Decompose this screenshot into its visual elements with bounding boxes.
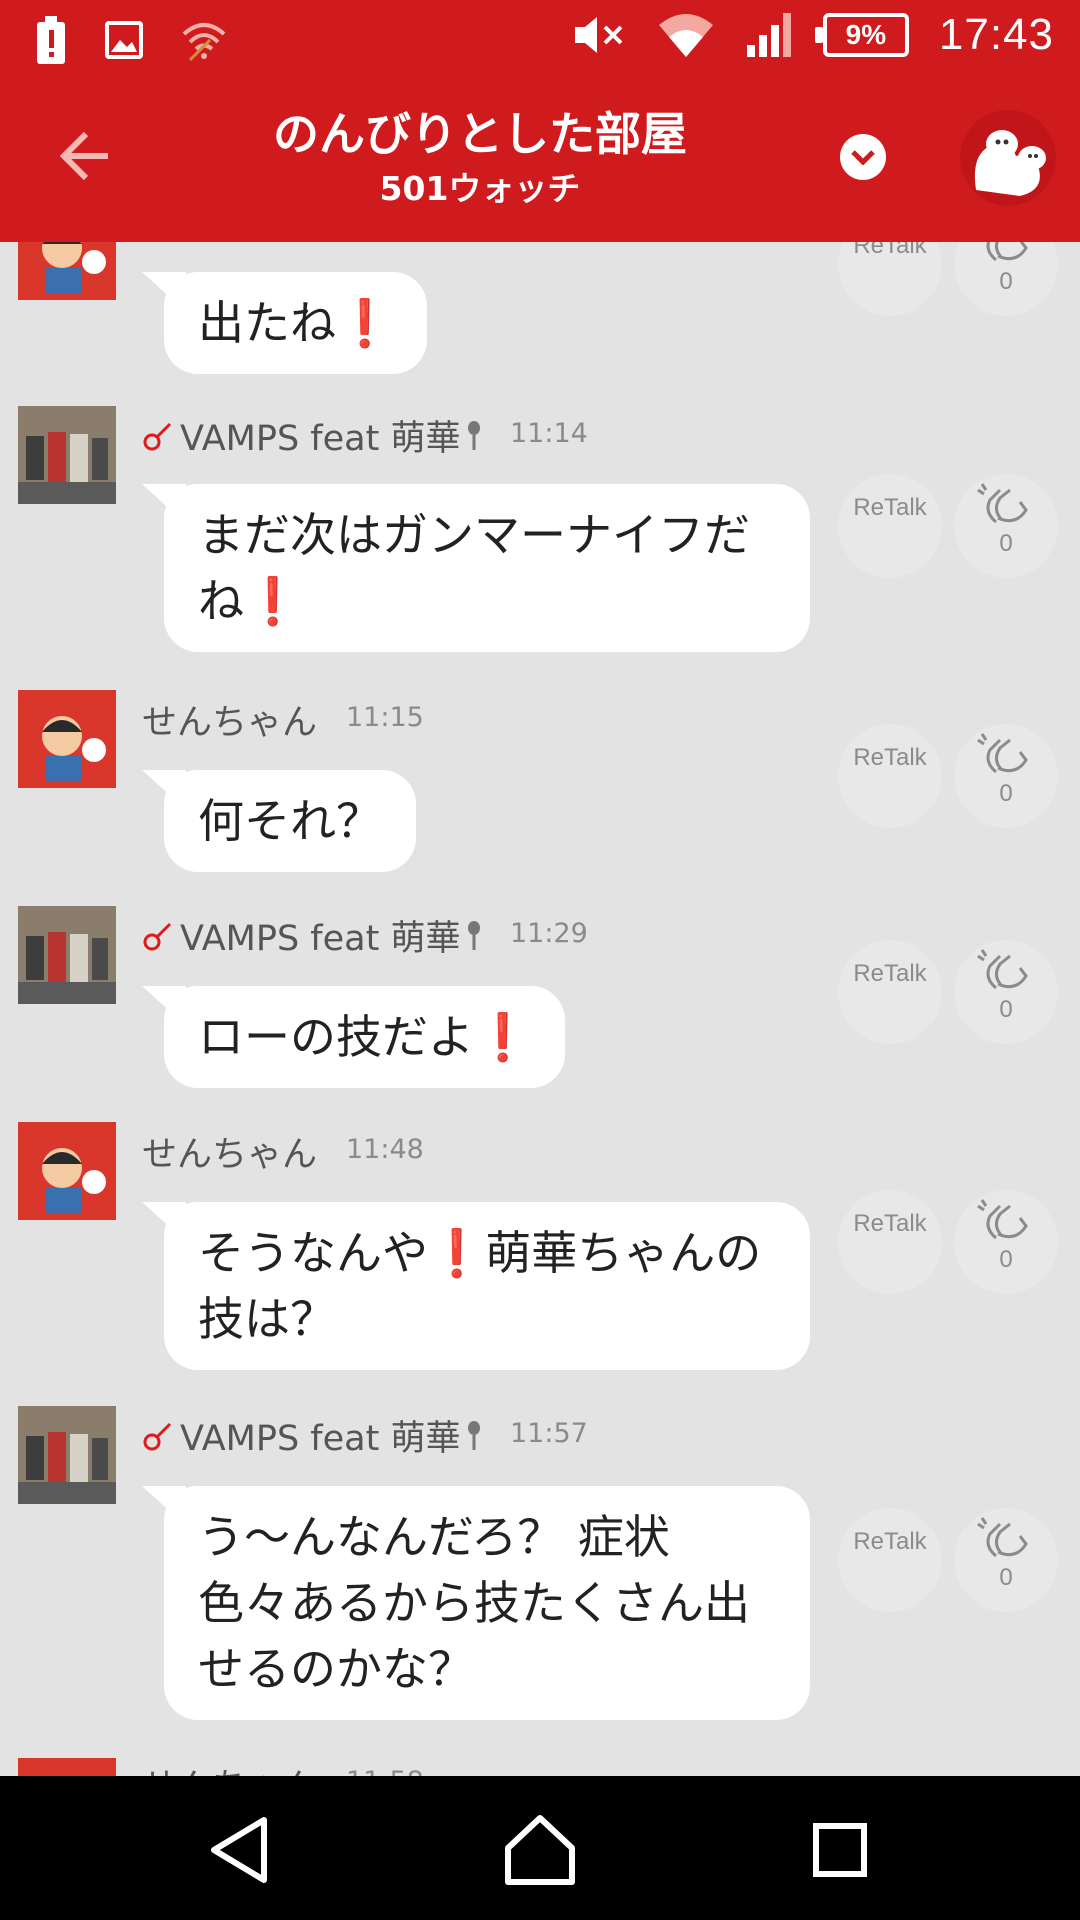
microphone-icon [468, 920, 481, 950]
message-bubble[interactable]: ローの技だよ❗ [164, 986, 566, 1088]
message-line: 色々あるから技たくさん出 [198, 1576, 750, 1630]
room-title: のんびりとした部屋 [273, 107, 687, 161]
clap-count: 0 [999, 1246, 1013, 1273]
wifi-off-icon [182, 23, 226, 62]
clap-count: 0 [999, 268, 1013, 295]
clap-button[interactable]: 0 [954, 474, 1058, 578]
wifi-icon [658, 14, 713, 57]
signal-icon [746, 13, 791, 57]
clap-button[interactable]: 0 [954, 724, 1058, 828]
arrow-left-icon[interactable] [56, 126, 116, 186]
back-triangle-icon[interactable] [202, 1810, 282, 1890]
avatar[interactable] [18, 1406, 116, 1504]
guitar-icon [143, 922, 172, 950]
sender-name: VAMPS feat 萌華 [142, 1410, 482, 1461]
message-text: 出たね [198, 296, 336, 350]
exclaim-mark: ❗ [474, 1010, 532, 1064]
guitar-icon [143, 1422, 172, 1450]
avatar[interactable] [18, 1122, 116, 1220]
home-icon[interactable] [500, 1810, 580, 1890]
recents-icon[interactable] [800, 1810, 880, 1890]
clock: 17:43 [938, 10, 1054, 59]
retalk-button[interactable]: ReTalk [838, 474, 942, 578]
battery-percent: 9% [845, 19, 887, 50]
timestamp: 11:48 [346, 1134, 424, 1165]
message-text: 何それ？ [198, 794, 382, 848]
retalk-button[interactable]: ReTalk [838, 242, 942, 316]
clap-count: 0 [999, 1564, 1013, 1591]
timestamp: 11:29 [510, 918, 588, 949]
message-bubble[interactable]: 出たね❗ [164, 272, 428, 374]
clap-count: 0 [999, 996, 1013, 1023]
app-bar: のんびりとした部屋 501ウォッチ [0, 80, 1080, 242]
exclaim-mark: ❗ [428, 1226, 486, 1280]
timestamp: 11:15 [346, 702, 424, 733]
clap-icon [977, 1199, 1028, 1240]
battery-icon: 9% [814, 13, 909, 57]
avatar[interactable] [18, 1758, 116, 1776]
retalk-button[interactable]: ReTalk [838, 1190, 942, 1294]
avatar[interactable] [18, 406, 116, 504]
message-line: せるのかな？ [198, 1642, 474, 1696]
clap-button[interactable]: 0 [954, 242, 1058, 316]
clap-icon [977, 483, 1028, 524]
clap-icon [986, 242, 1028, 262]
sender-name: せんちゃん [142, 1135, 318, 1175]
navigation-bar [0, 1776, 1080, 1920]
status-bar: 9% 17:43 [0, 0, 1080, 80]
guitar-icon [143, 422, 172, 450]
sender-name: せんちゃん [142, 1758, 317, 1776]
retalk-button[interactable]: ReTalk [838, 1508, 942, 1612]
message-bubble[interactable]: う〜んなんだろ？ 症状 色々あるから技たくさん出 せるのかな？ [164, 1486, 810, 1720]
message-bubble[interactable]: まだ次はガンマーナイフだね❗ [164, 484, 810, 652]
timestamp: 11:57 [510, 1418, 588, 1449]
clap-icon [977, 733, 1028, 774]
message-bubble[interactable]: そうなんや❗萌華ちゃんの技は？ [164, 1202, 810, 1370]
clap-count: 0 [999, 780, 1013, 807]
timestamp: 11:14 [510, 418, 588, 449]
clap-icon [977, 949, 1028, 990]
message-line: う〜んなんだろ？ 症状 [198, 1510, 670, 1564]
sender-name: せんちゃん [142, 703, 318, 743]
room-subtitle: 501ウォッチ [379, 169, 581, 208]
avatar[interactable] [18, 242, 116, 300]
clap-button[interactable]: 0 [954, 940, 1058, 1044]
microphone-icon [468, 1420, 481, 1450]
room-avatar[interactable] [960, 110, 1056, 206]
exclaim-mark: ❗ [336, 296, 394, 350]
avatar[interactable] [18, 690, 116, 788]
timestamp: 11:58 [346, 1766, 424, 1776]
exclaim-mark: ❗ [244, 574, 302, 628]
message-text: そうなんや [198, 1226, 428, 1280]
sender-name: VAMPS feat 萌華 [142, 410, 482, 461]
clap-button[interactable]: 0 [954, 1190, 1058, 1294]
mute-icon [574, 17, 623, 53]
clap-icon [977, 1517, 1028, 1558]
microphone-icon [468, 420, 481, 450]
image-icon [105, 21, 143, 59]
retalk-button[interactable]: ReTalk [838, 724, 942, 828]
message-bubble[interactable]: 何それ？ [164, 770, 416, 872]
chevron-down-icon[interactable] [840, 134, 886, 180]
clap-button[interactable]: 0 [954, 1508, 1058, 1612]
retalk-button[interactable]: ReTalk [838, 940, 942, 1044]
message-text: ローの技だよ [198, 1010, 474, 1064]
alert-icon [37, 16, 65, 64]
sender-name: VAMPS feat 萌華 [142, 910, 482, 961]
avatar[interactable] [18, 906, 116, 1004]
clap-count: 0 [999, 530, 1013, 557]
chat-list[interactable]: 出たね❗ ReTalk 0 VAMPS feat 萌華 11:14 まだ次はガン… [0, 242, 1080, 1776]
